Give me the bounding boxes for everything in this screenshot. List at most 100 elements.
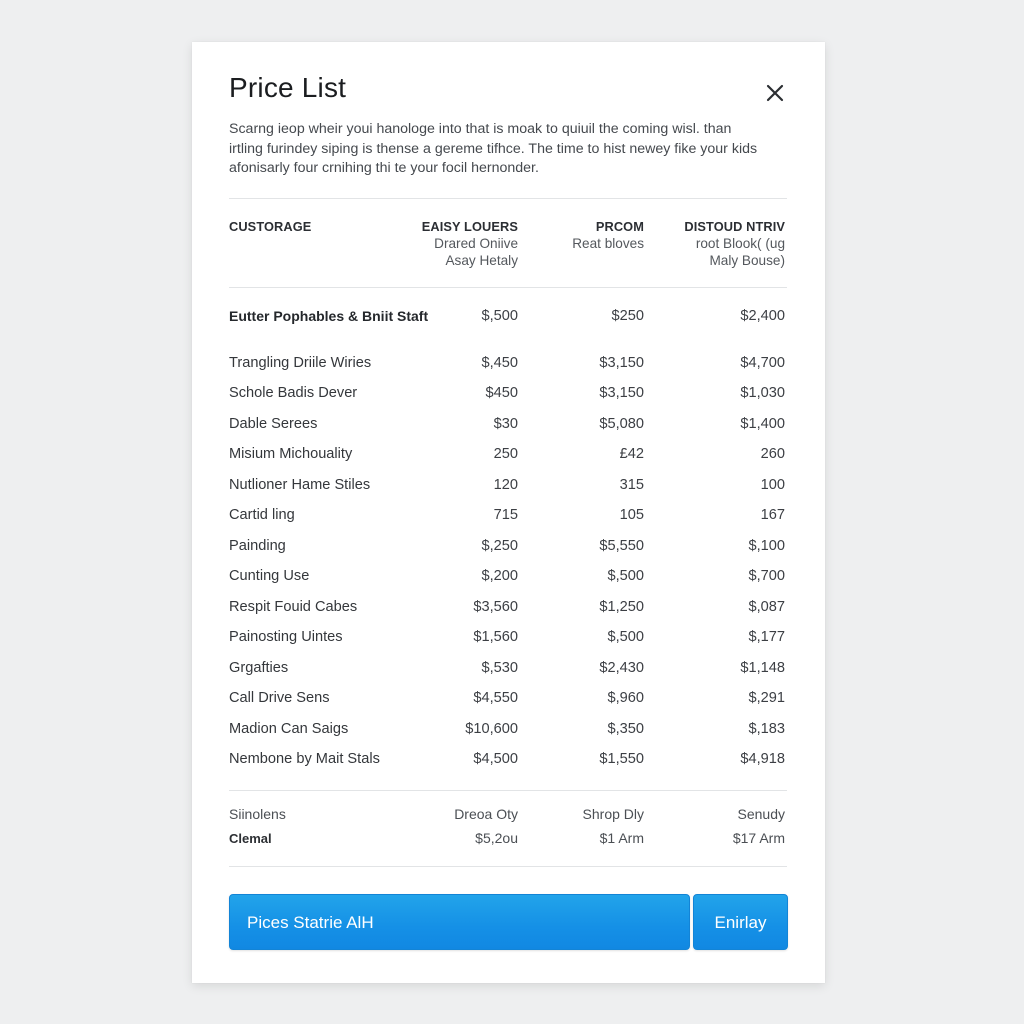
row-price-cell: $,500 (481, 308, 518, 324)
column-header-subtitle: root Blook( (ug (695, 236, 785, 251)
row-price-cell: $30 (493, 416, 518, 432)
primary-action-button[interactable]: Pices Statrie AlH (229, 894, 690, 950)
row-price-cell: £42 (619, 446, 644, 462)
table-row: Cartid ling 715 105 167 (192, 507, 825, 537)
row-item-name: Misium Michouality (229, 446, 353, 462)
table-row: Trangling Driile Wiries $,450 $3,150 $4,700 (192, 355, 825, 385)
table-row: Painding $,250 $5,550 $,100 (192, 538, 825, 568)
row-item-name: Painding (229, 538, 286, 554)
row-price-cell: 120 (493, 477, 518, 493)
row-price-cell: $,500 (607, 568, 644, 584)
row-price-cell: 105 (619, 507, 644, 523)
row-price-cell: $2,430 (599, 660, 644, 676)
summary-label: Siinolens (229, 806, 286, 822)
row-price-cell: $,291 (748, 690, 785, 706)
row-item-name: Nutlioner Hame Stiles (229, 477, 371, 493)
row-item-name: Cunting Use (229, 568, 310, 584)
row-price-cell: 715 (493, 507, 518, 523)
divider (229, 790, 787, 791)
column-header-subtitle: Reat bloves (572, 236, 644, 251)
row-price-cell: $,100 (748, 538, 785, 554)
table-row: Nutlioner Hame Stiles 120 315 100 (192, 477, 825, 507)
column-header-subtitle: Drared Oniive (434, 236, 518, 251)
column-header-2: PRCOM Reat bloves (572, 218, 644, 252)
row-price-cell: 250 (493, 446, 518, 462)
primary-action-label: Pices Statrie AlH (247, 913, 374, 932)
row-item-name: Painosting Uintes (229, 629, 343, 645)
table-row: Cunting Use $,200 $,500 $,700 (192, 568, 825, 598)
row-price-cell: $4,500 (473, 751, 518, 767)
table-row: Eutter Pophables & Bniit Staft $,500 $250 $… (192, 308, 825, 338)
row-price-cell: $,250 (481, 538, 518, 554)
row-item-name: Call Drive Sens (229, 690, 330, 706)
column-header-title: DISTOUD NTRIV (684, 219, 785, 234)
column-header-title: EAISY LOUERS (421, 219, 518, 234)
summary-label: Clemal (229, 831, 272, 846)
table-row: Misium Michouality 250 £42 260 (192, 446, 825, 476)
table-row: Respit Fouid Cabes $3,560 $1,250 $,087 (192, 599, 825, 629)
summary-value: $1 Arm (599, 830, 644, 846)
table-row: Madion Can Saigs $10,600 $,350 $,183 (192, 721, 825, 751)
row-item-name: Madion Can Saigs (229, 721, 349, 737)
column-header-title: CUSTORAGE (229, 219, 312, 234)
row-price-cell: $,530 (481, 660, 518, 676)
row-item-name: Cartid ling (229, 507, 295, 523)
summary-value: $17 Arm (732, 830, 785, 846)
row-price-cell: $1,560 (473, 629, 518, 645)
divider (229, 198, 787, 199)
secondary-action-label: Enirlay (714, 913, 767, 932)
table-header: CUSTORAGE EAISY LOUERS Drared Oniive Asa… (192, 218, 825, 288)
row-item-name: Trangling Driile Wiries (229, 355, 372, 371)
table-row: Call Drive Sens $4,550 $,960 $,291 (192, 690, 825, 720)
table-row: Painosting Uintes $1,560 $,500 $,177 (192, 629, 825, 659)
row-price-cell: $3,150 (599, 385, 644, 401)
row-price-cell: $1,148 (740, 660, 785, 676)
divider (229, 866, 787, 867)
row-price-cell: $,960 (607, 690, 644, 706)
row-price-cell: $4,550 (473, 690, 518, 706)
row-item-name: Schole Badis Dever (229, 385, 358, 401)
row-price-cell: $3,560 (473, 599, 518, 615)
row-price-cell: $5,080 (599, 416, 644, 432)
row-item-name: Nembone by Mait Stals (229, 751, 380, 767)
row-price-cell: $,177 (748, 629, 785, 645)
row-price-cell: $1,030 (740, 385, 785, 401)
row-price-cell: $1,400 (740, 416, 785, 432)
summary-value: Senudy (737, 806, 785, 822)
row-price-cell: 315 (619, 477, 644, 493)
row-price-cell: $10,600 (465, 721, 518, 737)
summary-value: Dreoa Oty (454, 806, 518, 822)
column-header-subtitle: Maly Bouse) (709, 253, 785, 268)
row-price-cell: $,183 (748, 721, 785, 737)
row-price-cell: $2,400 (740, 308, 785, 324)
table-row: Grgafties $,530 $2,430 $1,148 (192, 660, 825, 690)
table-row: Nembone by Mait Stals $4,500 $1,550 $4,918 (192, 751, 825, 781)
row-price-cell: $450 (485, 385, 518, 401)
secondary-action-button[interactable]: Enirlay (693, 894, 788, 950)
row-price-cell: 100 (760, 477, 785, 493)
row-price-cell: $1,550 (599, 751, 644, 767)
summary-value: $5,2ou (475, 830, 518, 846)
table-row: Dable Serees $30 $5,080 $1,400 (192, 416, 825, 446)
row-price-cell: 260 (760, 446, 785, 462)
dialog-title: Price List (229, 72, 347, 103)
row-item-name: Eutter Pophables & Bniit Staft (229, 308, 429, 324)
row-price-cell: $1,250 (599, 599, 644, 615)
row-price-cell: $,087 (748, 599, 785, 615)
column-header-1: EAISY LOUERS Drared Oniive Asay Hetaly (422, 218, 518, 269)
row-price-cell: $4,700 (740, 355, 785, 371)
row-price-cell: $,700 (748, 568, 785, 584)
row-price-cell: $4,918 (740, 751, 785, 767)
close-button[interactable] (760, 78, 790, 108)
row-price-cell: $5,550 (599, 538, 644, 554)
row-price-cell: $3,150 (599, 355, 644, 371)
row-item-name: Grgafties (229, 660, 289, 676)
row-item-name: Respit Fouid Cabes (229, 599, 358, 615)
dialog-description: Scarng ieop wheir youi hanologe into tha… (229, 121, 758, 176)
column-header-customer: CUSTORAGE (229, 218, 439, 235)
close-icon (766, 84, 784, 102)
column-header-title: PRCOM (595, 219, 644, 234)
column-header-3: DISTOUD NTRIV root Blook( (ug Maly Bouse… (684, 218, 785, 269)
row-price-cell: $250 (611, 308, 644, 324)
row-price-cell: $,200 (481, 568, 518, 584)
